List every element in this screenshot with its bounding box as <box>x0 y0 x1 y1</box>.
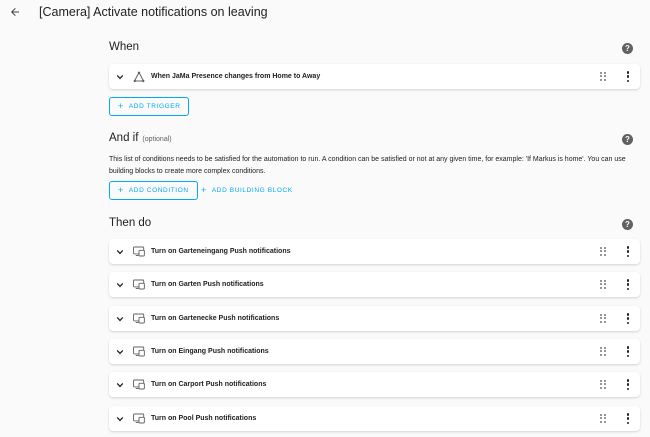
chevron-down-icon[interactable] <box>116 73 124 81</box>
device-icon <box>133 413 145 425</box>
drag-handle-icon[interactable] <box>600 347 607 356</box>
action-card[interactable]: Turn on Eingang Push notifications <box>109 339 640 364</box>
add-trigger-button[interactable]: + ADD TRIGGER <box>109 97 190 116</box>
and-if-subtitle: (optional) <box>142 136 172 143</box>
drag-handle-icon[interactable] <box>600 314 607 323</box>
help-icon[interactable]: ? <box>622 219 633 230</box>
action-card[interactable]: Turn on Carport Push notifications <box>109 372 640 397</box>
add-condition-button[interactable]: + ADD CONDITION <box>109 181 198 200</box>
more-vertical-icon[interactable] <box>625 71 631 82</box>
chevron-down-icon[interactable] <box>116 315 124 323</box>
drag-handle-icon[interactable] <box>600 414 607 423</box>
help-glyph: ? <box>625 135 630 144</box>
and-if-section-header: And if (optional) <box>109 132 172 144</box>
action-label: Turn on Pool Push notifications <box>151 415 257 422</box>
drag-handle-icon[interactable] <box>600 280 607 289</box>
add-building-block-label: ADD BUILDING BLOCK <box>211 187 293 194</box>
plus-icon: + <box>118 185 124 195</box>
and-if-title: And if <box>109 132 139 144</box>
then-do-section-header: Then do <box>109 217 151 229</box>
action-card[interactable]: Turn on Pool Push notifications <box>109 406 640 431</box>
then-do-title: Then do <box>109 217 152 229</box>
device-icon <box>133 279 145 291</box>
help-icon[interactable]: ? <box>622 43 633 54</box>
drag-handle-icon[interactable] <box>600 72 607 81</box>
page-title: [Camera] Activate notifications on leavi… <box>39 5 268 19</box>
chevron-down-icon[interactable] <box>116 381 124 389</box>
action-label: Turn on Garteneingang Push notifications <box>151 248 291 255</box>
action-label: Turn on Eingang Push notifications <box>151 348 269 355</box>
chevron-down-icon[interactable] <box>116 281 124 289</box>
plus-icon: + <box>118 101 124 111</box>
trigger-label: When JaMa Presence changes from Home to … <box>151 73 321 80</box>
state-change-icon <box>133 70 145 83</box>
action-label: Turn on Garten Push notifications <box>151 281 264 288</box>
plus-icon: + <box>201 185 207 195</box>
more-vertical-icon[interactable] <box>625 346 631 357</box>
more-vertical-icon[interactable] <box>625 313 631 324</box>
device-icon <box>133 379 145 391</box>
drag-handle-icon[interactable] <box>600 247 607 256</box>
back-arrow-icon[interactable] <box>6 3 24 21</box>
conditions-description: This list of conditions needs to be sati… <box>109 156 626 175</box>
action-label: Turn on Gartenecke Push notifications <box>151 315 280 322</box>
device-icon <box>133 246 145 258</box>
action-card[interactable]: Turn on Garteneingang Push notifications <box>109 239 640 264</box>
add-condition-label: ADD CONDITION <box>128 187 189 194</box>
action-card[interactable]: Turn on Gartenecke Push notifications <box>109 306 640 331</box>
add-building-block-button[interactable]: + ADD BUILDING BLOCK <box>198 181 296 200</box>
help-glyph: ? <box>625 220 630 229</box>
help-icon[interactable]: ? <box>622 134 633 145</box>
chevron-down-icon[interactable] <box>116 348 124 356</box>
device-icon <box>133 346 145 358</box>
device-icon <box>133 313 145 325</box>
when-title: When <box>109 41 140 53</box>
help-glyph: ? <box>625 44 630 53</box>
top-bar: [Camera] Activate notifications on leavi… <box>0 0 650 26</box>
add-trigger-label: ADD TRIGGER <box>128 103 181 110</box>
trigger-card[interactable]: When JaMa Presence changes from Home to … <box>109 64 640 89</box>
action-label: Turn on Carport Push notifications <box>151 381 267 388</box>
more-vertical-icon[interactable] <box>625 413 631 424</box>
more-vertical-icon[interactable] <box>625 379 631 390</box>
more-vertical-icon[interactable] <box>625 279 631 290</box>
drag-handle-icon[interactable] <box>600 380 607 389</box>
action-card[interactable]: Turn on Garten Push notifications <box>109 272 640 297</box>
when-section-header: When <box>109 41 139 53</box>
chevron-down-icon[interactable] <box>116 415 124 423</box>
more-vertical-icon[interactable] <box>625 246 631 257</box>
chevron-down-icon[interactable] <box>116 248 124 256</box>
